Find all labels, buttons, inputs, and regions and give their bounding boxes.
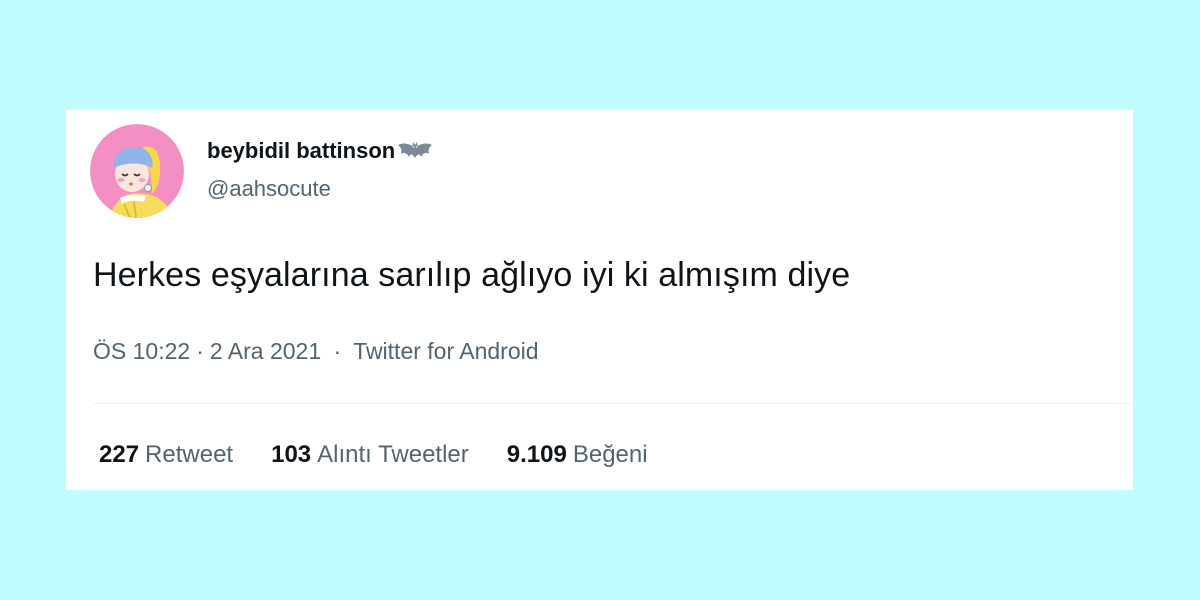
meta-separator: · (196, 338, 204, 364)
divider (93, 403, 1133, 404)
author-display-name[interactable]: beybidil battinson (207, 138, 433, 164)
tweet-source-link[interactable]: Twitter for Android (353, 338, 538, 364)
tweet-date: 2 Ara 2021 (209, 338, 322, 364)
retweet-count-link[interactable]: 227 Retweet (99, 441, 233, 469)
girl-with-pearl-earring-avatar-icon (90, 124, 184, 218)
likes-count-link[interactable]: 9.109 Beğeni (507, 441, 648, 469)
tweet-text: Herkes eşyalarına sarılıp ağlıyo iyi ki … (93, 256, 851, 294)
tweet-timestamp-link[interactable]: ÖS 10:22 · 2 Ara 2021 (93, 338, 328, 364)
tweet-card: beybidil battinson @aahsocute Herkes eşy… (66, 110, 1133, 490)
meta-separator: · (333, 338, 342, 364)
tweet-metadata: ÖS 10:22 · 2 Ara 2021 · Twitter for Androi… (93, 338, 539, 365)
retweet-count: 227 (99, 441, 140, 468)
quote-tweets-count: 103 (271, 441, 312, 468)
tweet-stats: 227 Retweet 103 Alıntı Tweetler 9.109 Beğen… (99, 441, 686, 469)
likes-label: Beğeni (572, 441, 648, 468)
likes-count: 9.109 (506, 441, 567, 468)
quote-tweets-count-link[interactable]: 103 Alıntı Tweetler (271, 441, 469, 469)
avatar[interactable] (90, 124, 184, 218)
tweet-time: ÖS 10:22 (93, 338, 191, 364)
quote-tweets-label: Alıntı Tweetler (317, 441, 469, 468)
retweet-label: Retweet (145, 441, 234, 468)
bat-icon (397, 140, 433, 162)
author-handle[interactable]: @aahsocute (207, 176, 331, 202)
display-name-text: beybidil battinson (207, 138, 396, 163)
